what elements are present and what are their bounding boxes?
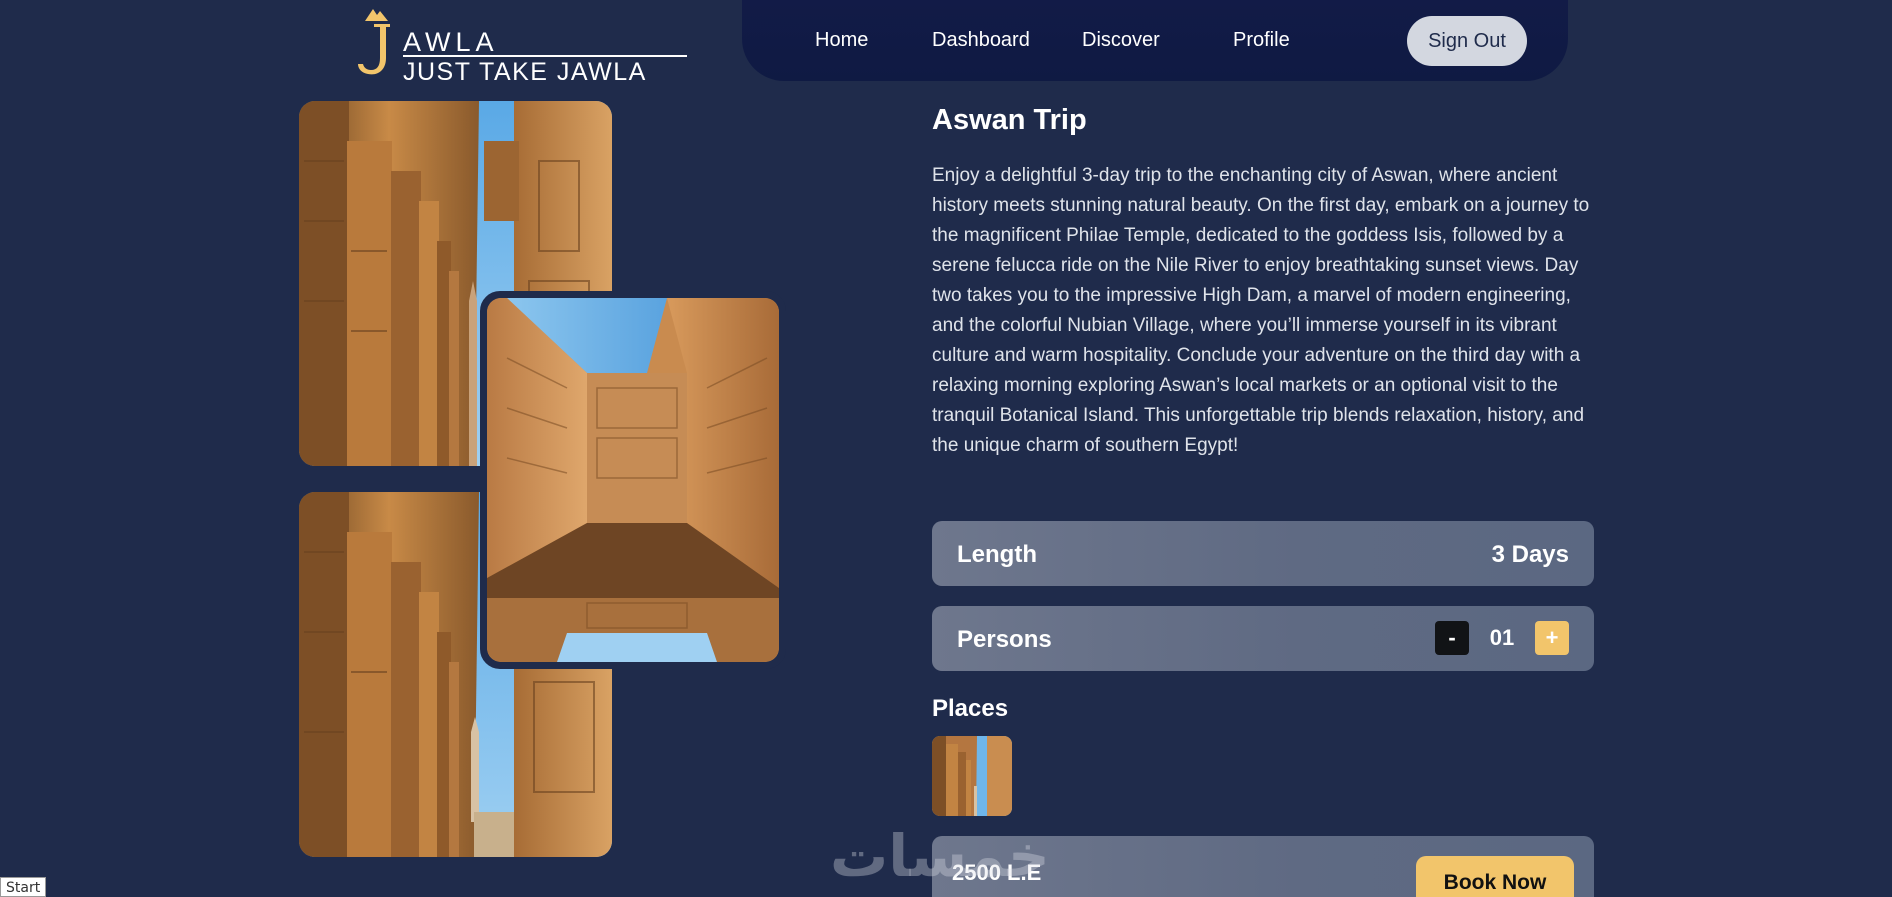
- jawla-j-logo-icon: [358, 9, 390, 75]
- persons-stepper: 01 - +: [1435, 621, 1569, 655]
- nav-dashboard-link[interactable]: Dashboard: [932, 29, 1030, 52]
- book-now-button[interactable]: Book Now: [1416, 856, 1574, 897]
- trip-persons-row: Persons 01 - +: [932, 606, 1594, 671]
- brand-name: AWLA: [403, 27, 499, 57]
- nav-home-link[interactable]: Home: [815, 29, 868, 52]
- increase-persons-button[interactable]: +: [1535, 621, 1569, 655]
- trip-price: 2500 L.E: [952, 860, 1042, 885]
- trip-length-row: Length 3 Days: [932, 521, 1594, 586]
- sign-out-button[interactable]: Sign Out: [1407, 16, 1527, 66]
- brand-tagline: JUST TAKE JAWLA: [403, 58, 647, 86]
- trip-details-page: AWLA JUST TAKE JAWLA Home Dashboard Disc…: [0, 0, 1892, 897]
- top-navigation: Home Dashboard Discover Profile Sign Out: [742, 0, 1568, 81]
- nav-discover-link[interactable]: Discover: [1082, 29, 1160, 52]
- trip-photo-temple-ceiling: [480, 291, 786, 669]
- brand-logo[interactable]: AWLA JUST TAKE JAWLA: [352, 6, 687, 86]
- length-label: Length: [957, 541, 1037, 568]
- trip-description: Enjoy a delightful 3-day trip to the enc…: [932, 165, 1590, 456]
- booking-bar: 2500 L.E Book Now: [932, 836, 1594, 897]
- decrease-persons-button[interactable]: -: [1435, 621, 1469, 655]
- length-value: 3 Days: [1491, 541, 1569, 568]
- trip-title: Aswan Trip: [932, 104, 1087, 136]
- start-status-tag: Start: [0, 877, 47, 897]
- brand-divider: [403, 55, 687, 57]
- sign-out-label: Sign Out: [1428, 29, 1506, 52]
- persons-label: Persons: [957, 626, 1052, 653]
- places-heading: Places: [932, 695, 1009, 722]
- place-thumbnail[interactable]: [932, 736, 1012, 816]
- nav-profile-link[interactable]: Profile: [1233, 29, 1290, 52]
